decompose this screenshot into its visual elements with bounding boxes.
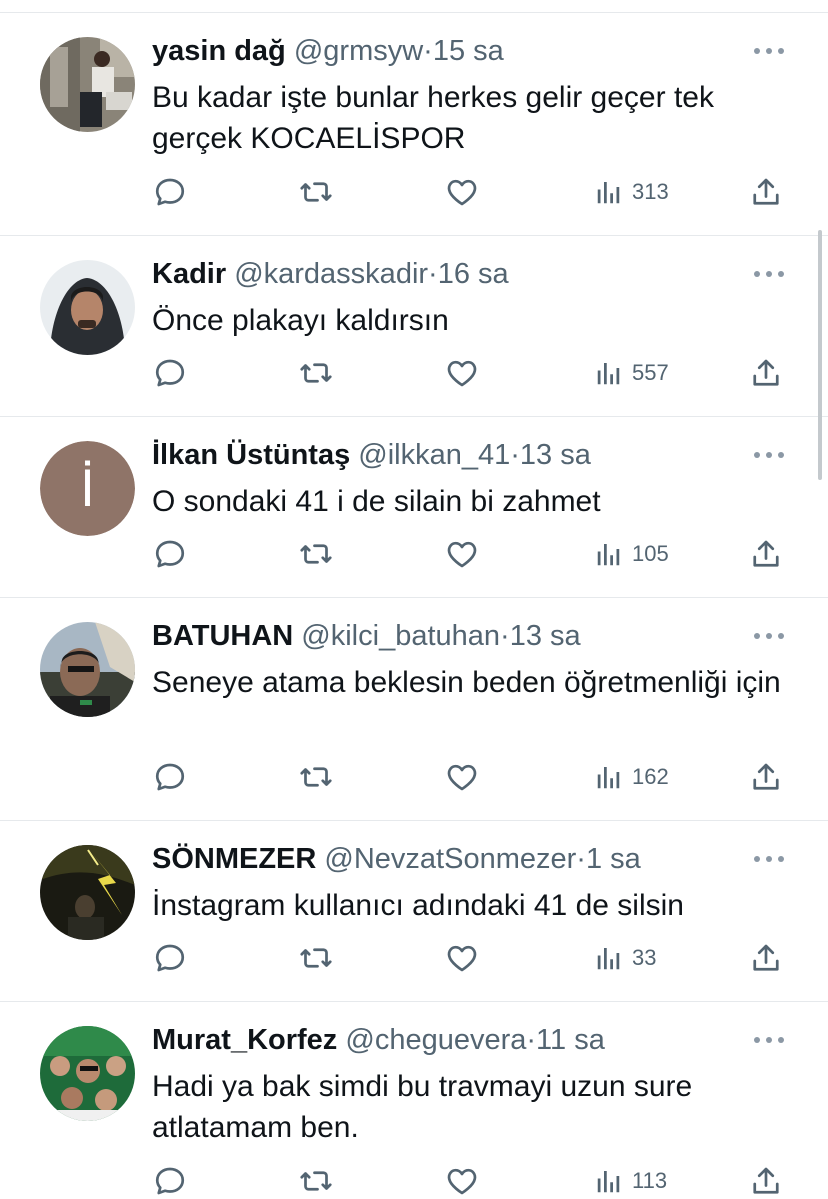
views-icon xyxy=(597,363,620,385)
display-name[interactable]: BATUHAN xyxy=(152,620,293,652)
like-icon[interactable] xyxy=(444,355,480,391)
more-options-icon[interactable] xyxy=(754,448,784,462)
tweet-text: Bu kadar işte bunlar herkes gelir geçer … xyxy=(152,81,714,155)
tweet-actions: 33 xyxy=(152,940,788,976)
reply-icon[interactable] xyxy=(152,355,188,391)
scrollbar[interactable] xyxy=(818,230,822,480)
display-name[interactable]: Kadir xyxy=(152,258,226,290)
tweet[interactable]: BATUHAN @kilci_batuhan·13 sa Seneye atam… xyxy=(0,598,828,821)
separator-dot: · xyxy=(500,620,510,652)
display-name[interactable]: İlkan Üstüntaş xyxy=(152,439,350,471)
tweet-actions: 313 xyxy=(152,174,788,210)
separator-dot: · xyxy=(510,439,520,471)
more-options-icon[interactable] xyxy=(754,1033,784,1047)
avatar-letter: İ xyxy=(40,441,135,536)
views-icon xyxy=(597,182,620,204)
views-icon xyxy=(597,1171,620,1193)
repost-icon[interactable] xyxy=(298,536,334,572)
tweet-text: Hadi ya bak simdi bu travmayi uzun sure … xyxy=(152,1070,693,1144)
like-icon[interactable] xyxy=(444,536,480,572)
reply-icon[interactable] xyxy=(152,174,188,210)
like-icon[interactable] xyxy=(444,759,480,795)
user-handle[interactable]: @kardasskadir xyxy=(234,258,428,290)
share-icon[interactable] xyxy=(748,174,784,210)
tweet-text: Seneye atama beklesin beden öğretmenliği… xyxy=(152,666,781,699)
timestamp[interactable]: 16 sa xyxy=(438,258,509,290)
tweet-text: Önce plakayı kaldırsın xyxy=(152,304,449,337)
views-count: 162 xyxy=(632,764,669,789)
views-stat[interactable]: 105 xyxy=(594,536,669,572)
views-stat[interactable]: 557 xyxy=(594,355,669,391)
more-options-icon[interactable] xyxy=(754,852,784,866)
timestamp[interactable]: 1 sa xyxy=(586,843,641,875)
views-count: 313 xyxy=(632,179,669,204)
tweet[interactable]: Murat_Korfez @cheguevera·11 sa Hadi ya b… xyxy=(0,1002,828,1195)
tweet-text: O sondaki 41 i de silain bi zahmet xyxy=(152,485,601,518)
repost-icon[interactable] xyxy=(298,940,334,976)
avatar[interactable]: İ xyxy=(40,441,135,536)
tweet-text: İnstagram kullanıcı adındaki 41 de silsi… xyxy=(152,889,684,922)
avatar[interactable] xyxy=(40,622,135,717)
timestamp[interactable]: 11 sa xyxy=(536,1024,605,1056)
views-count: 105 xyxy=(632,541,669,566)
more-options-icon[interactable] xyxy=(754,44,784,58)
tweet[interactable]: İ İlkan Üstüntaş @ilkkan_41·13 sa O sond… xyxy=(0,417,828,598)
views-count: 33 xyxy=(632,945,657,970)
separator-dot: · xyxy=(526,1024,537,1056)
repost-icon[interactable] xyxy=(298,759,334,795)
views-icon xyxy=(597,948,620,970)
share-icon[interactable] xyxy=(748,940,784,976)
separator-dot: · xyxy=(423,35,433,67)
views-icon xyxy=(597,544,620,566)
share-icon[interactable] xyxy=(748,536,784,572)
display-name[interactable]: yasin dağ xyxy=(152,35,286,67)
like-icon[interactable] xyxy=(444,940,480,976)
share-icon[interactable] xyxy=(748,355,784,391)
reply-icon[interactable] xyxy=(152,940,188,976)
tweet-actions: 162 xyxy=(152,759,788,795)
tweet-actions: 105 xyxy=(152,536,788,572)
timestamp[interactable]: 15 sa xyxy=(433,35,504,67)
tweet-header: İlkan Üstüntaş @ilkkan_41·13 sa xyxy=(152,437,758,473)
tweet-header: Kadir @kardasskadir·16 sa xyxy=(152,256,758,292)
more-options-icon[interactable] xyxy=(754,267,784,281)
tweet-header: yasin dağ @grmsyw·15 sa xyxy=(152,33,758,69)
tweet-actions: 557 xyxy=(152,355,788,391)
user-handle[interactable]: @NevzatSonmezer xyxy=(324,843,576,875)
reply-icon[interactable] xyxy=(152,759,188,795)
like-icon[interactable] xyxy=(444,174,480,210)
avatar[interactable] xyxy=(40,260,135,355)
views-stat[interactable]: 162 xyxy=(594,759,669,795)
avatar[interactable] xyxy=(40,1026,135,1121)
tweet-header: Murat_Korfez @cheguevera·11 sa xyxy=(152,1022,758,1058)
separator-dot: · xyxy=(576,843,586,875)
tweet[interactable]: SÖNMEZER @NevzatSonmezer·1 sa İnstagram … xyxy=(0,821,828,1002)
avatar[interactable] xyxy=(40,845,135,940)
more-options-icon[interactable] xyxy=(754,629,784,643)
tweet-header: SÖNMEZER @NevzatSonmezer·1 sa xyxy=(152,841,758,877)
views-icon xyxy=(597,767,620,789)
repost-icon[interactable] xyxy=(298,355,334,391)
display-name[interactable]: Murat_Korfez xyxy=(152,1024,337,1056)
share-icon[interactable] xyxy=(748,759,784,795)
views-count: 557 xyxy=(632,360,669,385)
tweet[interactable]: yasin dağ @grmsyw·15 sa Bu kadar işte bu… xyxy=(0,13,828,236)
separator-dot: · xyxy=(428,258,438,290)
user-handle[interactable]: @cheguevera xyxy=(345,1024,526,1056)
timestamp[interactable]: 13 sa xyxy=(510,620,581,652)
user-handle[interactable]: @kilci_batuhan xyxy=(301,620,500,652)
views-stat[interactable]: 33 xyxy=(594,940,656,976)
repost-icon[interactable] xyxy=(298,174,334,210)
tweet-header: BATUHAN @kilci_batuhan·13 sa xyxy=(152,618,758,654)
views-stat[interactable]: 313 xyxy=(594,174,669,210)
reply-icon[interactable] xyxy=(152,536,188,572)
views-count: 113 xyxy=(632,1168,668,1193)
display-name[interactable]: SÖNMEZER xyxy=(152,843,316,875)
user-handle[interactable]: @ilkkan_41 xyxy=(358,439,510,471)
user-handle[interactable]: @grmsyw xyxy=(294,35,423,67)
tweet[interactable]: Kadir @kardasskadir·16 sa Önce plakayı k… xyxy=(0,236,828,417)
avatar[interactable] xyxy=(40,37,135,132)
timestamp[interactable]: 13 sa xyxy=(520,439,591,471)
